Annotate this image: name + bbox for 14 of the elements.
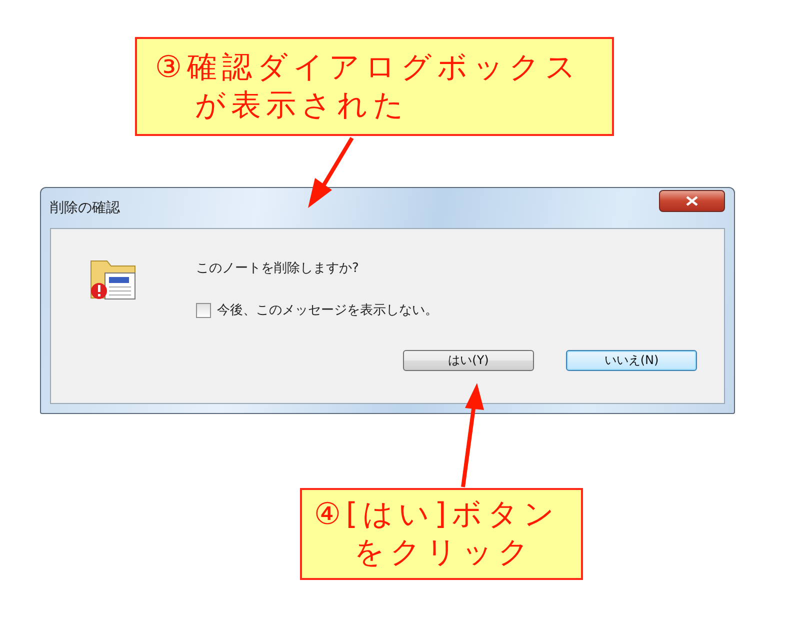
dont-show-checkbox[interactable]: 今後、このメッセージを表示しない。 bbox=[196, 301, 724, 319]
checkbox[interactable] bbox=[196, 302, 211, 318]
close-icon bbox=[686, 196, 698, 206]
close-button[interactable] bbox=[659, 190, 725, 212]
callout-text: が表示された bbox=[194, 86, 410, 124]
arrow bbox=[308, 136, 354, 208]
dialog-button[interactable]: いいえ(N) bbox=[566, 350, 697, 371]
callout-text: ④[はい]ボタン bbox=[314, 496, 560, 534]
window-title: 削除の確認 bbox=[50, 199, 120, 217]
checkbox-label: 今後、このメッセージを表示しない。 bbox=[217, 302, 438, 319]
message-text: このノートを削除しますか? bbox=[196, 260, 360, 277]
callout-text: をクリック bbox=[353, 534, 535, 572]
callout-text: ③確認ダイアログボックス bbox=[155, 48, 582, 86]
dialog-button[interactable]: はい(Y) bbox=[403, 350, 534, 371]
